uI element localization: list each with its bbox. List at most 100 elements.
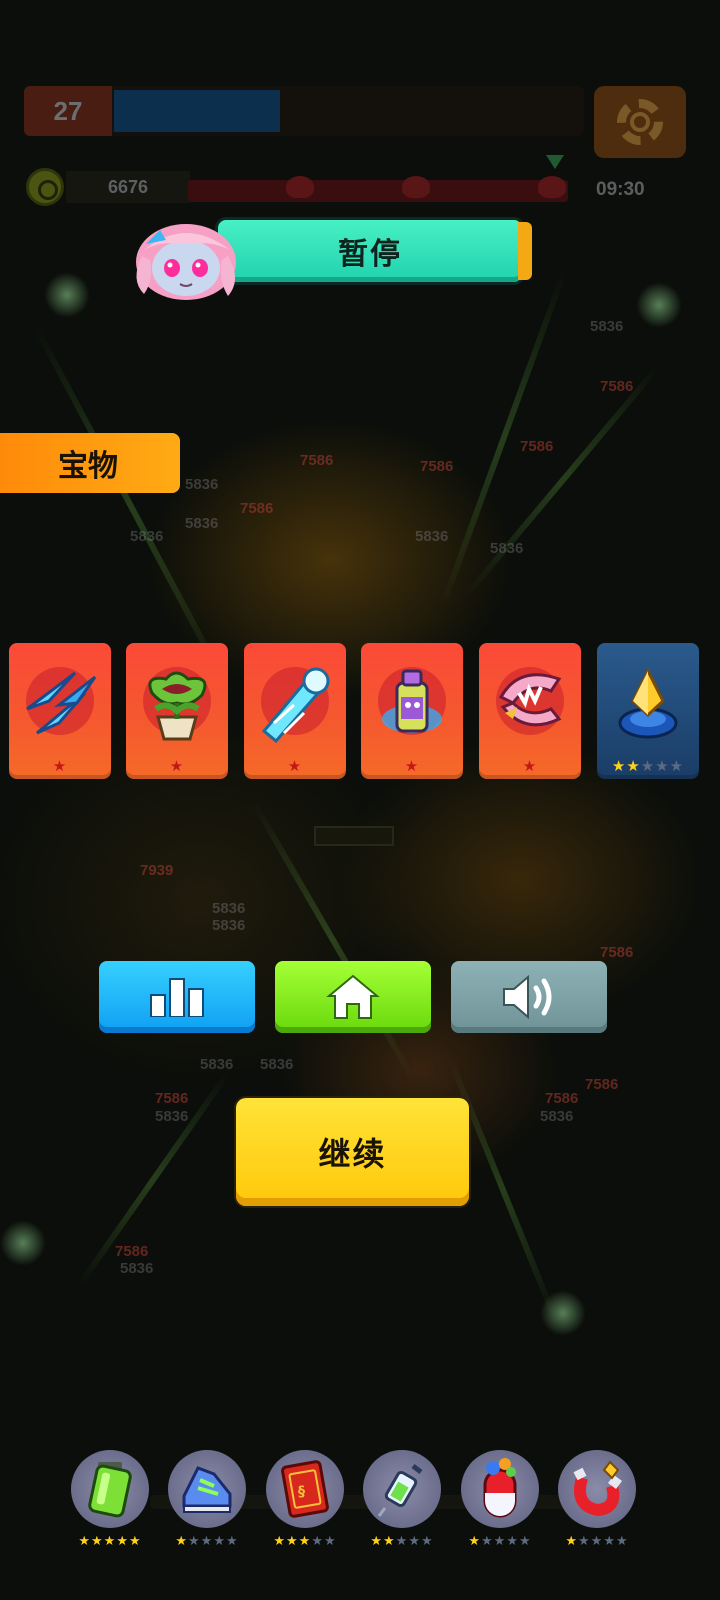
card-stars: ★ xyxy=(126,757,228,775)
passive-item[interactable] xyxy=(168,1450,246,1528)
star-filled-icon: ★ xyxy=(103,1534,117,1549)
home-icon xyxy=(326,974,380,1019)
piranha-plant-pot-icon xyxy=(143,667,211,741)
treasure-label: 宝物 xyxy=(58,449,118,484)
card-stars: ★★★★★ xyxy=(597,757,699,775)
star-empty-icon: ★ xyxy=(420,1534,434,1549)
star-filled-icon: ★ xyxy=(522,757,538,775)
blue-shuriken-blades-icon xyxy=(26,667,97,735)
wave-marker-icon xyxy=(546,155,564,169)
syringe-icon xyxy=(377,1464,423,1517)
sound-button[interactable] xyxy=(451,961,607,1033)
pause-banner: 暂停 xyxy=(218,220,532,282)
star-filled-icon: ★ xyxy=(52,757,68,775)
treasure-card[interactable]: ★ xyxy=(9,643,111,779)
treasure-card[interactable]: ★ xyxy=(244,643,346,779)
star-filled-icon: ★ xyxy=(286,1534,299,1549)
card-stars: ★ xyxy=(479,757,581,775)
passive-item[interactable]: § xyxy=(266,1450,344,1528)
star-empty-icon: ★ xyxy=(655,757,670,775)
star-filled-icon: ★ xyxy=(128,1534,142,1549)
game-timer: 09:30 xyxy=(596,179,645,200)
pause-title: 暂停 xyxy=(338,237,402,272)
gold-crystal-pedestal-icon xyxy=(618,667,678,739)
passive-item[interactable] xyxy=(558,1450,636,1528)
xp-bar-fill xyxy=(114,90,280,132)
home-button[interactable] xyxy=(275,961,431,1033)
passive-stars: ★★★★★ xyxy=(255,1534,355,1549)
star-empty-icon: ★ xyxy=(225,1534,239,1549)
coin-icon xyxy=(26,168,64,206)
star-empty-icon: ★ xyxy=(395,1534,409,1549)
star-empty-icon: ★ xyxy=(669,757,685,775)
star-filled-icon: ★ xyxy=(298,1534,312,1549)
star-empty-icon: ★ xyxy=(603,1534,616,1549)
enemy-health-bar xyxy=(314,826,394,846)
star-empty-icon: ★ xyxy=(518,1534,532,1549)
star-empty-icon: ★ xyxy=(213,1534,226,1549)
stats-button[interactable] xyxy=(99,961,255,1033)
star-filled-icon: ★ xyxy=(273,1534,287,1549)
passive-stars: ★★★★★ xyxy=(157,1534,257,1549)
continue-label: 继续 xyxy=(318,1135,387,1173)
settings-button[interactable] xyxy=(594,86,686,158)
star-filled-icon: ★ xyxy=(404,757,420,775)
star-empty-icon: ★ xyxy=(578,1534,591,1549)
star-filled-icon: ★ xyxy=(91,1534,104,1549)
star-empty-icon: ★ xyxy=(311,1534,324,1549)
star-empty-icon: ★ xyxy=(615,1534,629,1549)
star-empty-icon: ★ xyxy=(640,757,656,775)
passive-stars: ★★★★★ xyxy=(352,1534,452,1549)
star-empty-icon: ★ xyxy=(493,1534,507,1549)
treasure-card[interactable]: ★ xyxy=(361,643,463,779)
star-filled-icon: ★ xyxy=(565,1534,579,1549)
level-number: 27 xyxy=(53,95,83,126)
gear-icon xyxy=(617,99,663,145)
ice-lightning-arm-icon xyxy=(261,667,330,744)
star-empty-icon: ★ xyxy=(506,1534,519,1549)
passive-item[interactable] xyxy=(461,1450,539,1528)
coin-amount: 6676 xyxy=(66,171,190,203)
skull-icon xyxy=(286,176,314,198)
star-filled-icon: ★ xyxy=(611,757,627,775)
skull-icon xyxy=(538,176,566,198)
star-empty-icon: ★ xyxy=(481,1534,494,1549)
sneaker-icon xyxy=(182,1466,232,1513)
coin-counter: 6676 xyxy=(26,168,190,206)
star-empty-icon: ★ xyxy=(408,1534,421,1549)
continue-button[interactable]: 继续 xyxy=(236,1098,469,1206)
card-stars: ★ xyxy=(361,757,463,775)
level-indicator: 27 xyxy=(24,86,112,136)
treasure-card[interactable]: ★★★★★ xyxy=(597,643,699,779)
svg-text:§: § xyxy=(298,1484,305,1500)
star-filled-icon: ★ xyxy=(370,1534,384,1549)
star-empty-icon: ★ xyxy=(323,1534,337,1549)
treasure-card[interactable]: ★ xyxy=(126,643,228,779)
card-stars: ★ xyxy=(9,757,111,775)
chomper-jaw-icon xyxy=(496,667,564,735)
passive-stars: ★★★★★ xyxy=(60,1534,160,1549)
capsule-pill-icon xyxy=(483,1458,517,1518)
star-filled-icon: ★ xyxy=(78,1534,92,1549)
passive-stars: ★★★★★ xyxy=(450,1534,550,1549)
star-filled-icon: ★ xyxy=(287,757,303,775)
hero-avatar xyxy=(136,224,236,300)
wave-progress-bar xyxy=(188,176,568,202)
passive-stars: ★★★★★ xyxy=(547,1534,647,1549)
spray-can-icon xyxy=(378,667,446,735)
star-empty-icon: ★ xyxy=(590,1534,604,1549)
star-filled-icon: ★ xyxy=(468,1534,482,1549)
passive-item[interactable] xyxy=(363,1450,441,1528)
star-filled-icon: ★ xyxy=(116,1534,129,1549)
magnet-icon xyxy=(573,1460,622,1517)
star-empty-icon: ★ xyxy=(188,1534,201,1549)
skull-icon xyxy=(402,176,430,198)
red-book-icon: § xyxy=(281,1460,329,1518)
speaker-icon xyxy=(503,974,552,1020)
star-filled-icon: ★ xyxy=(175,1534,189,1549)
treasure-card[interactable]: ★ xyxy=(479,643,581,779)
bar-chart-icon xyxy=(150,978,204,1017)
star-filled-icon: ★ xyxy=(626,757,641,775)
treasure-section-tab: 宝物 xyxy=(0,433,180,493)
passive-item[interactable] xyxy=(71,1450,149,1528)
